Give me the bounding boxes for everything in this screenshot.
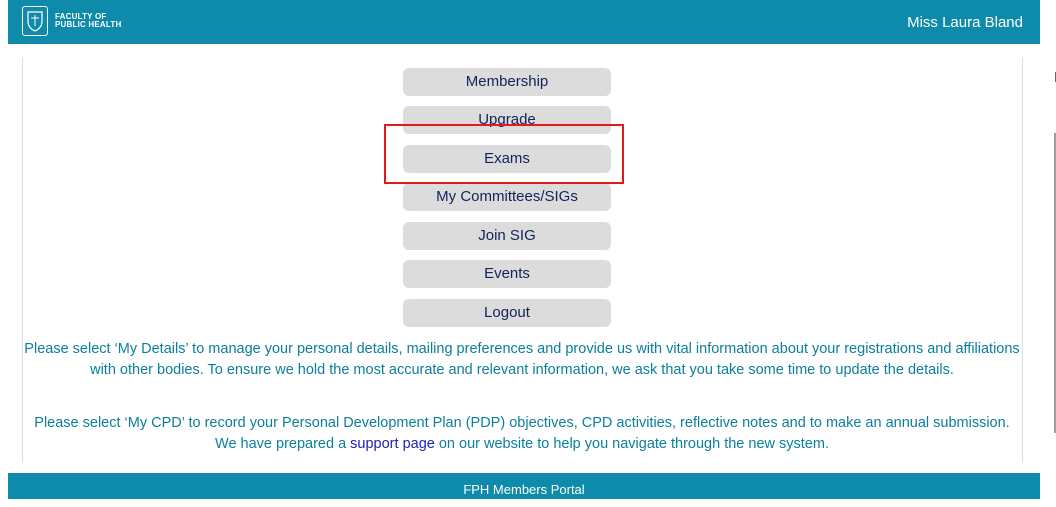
exams-highlight-box [384,124,624,184]
logo-text: FACULTY OF PUBLIC HEALTH [55,13,121,29]
top-header: FACULTY OF PUBLIC HEALTH Miss Laura Blan… [8,0,1040,44]
main-content: Membership Upgrade Exams My Committees/S… [22,58,1022,465]
support-page-link[interactable]: support page [350,436,435,452]
my-details-paragraph: Please select ‘My Details’ to manage you… [24,341,1020,378]
my-committees-sigs-button[interactable]: My Committees/SIGs [403,183,611,211]
user-name[interactable]: Miss Laura Bland [907,14,1023,31]
logout-button[interactable]: Logout [403,299,611,327]
events-button[interactable]: Events [403,260,611,288]
my-cpd-paragraph: Please select ‘My CPD’ to record your Pe… [22,413,1022,455]
content-right-border [1022,58,1023,463]
membership-button[interactable]: Membership [403,68,611,96]
footer: FPH Members Portal [8,473,1040,499]
my-cpd-text-after: on our website to help you navigate thro… [434,436,829,452]
fph-logo[interactable]: FACULTY OF PUBLIC HEALTH [22,6,121,36]
logo-line2: PUBLIC HEALTH [55,20,122,29]
crest-icon [22,6,48,36]
join-sig-button[interactable]: Join SIG [403,222,611,250]
